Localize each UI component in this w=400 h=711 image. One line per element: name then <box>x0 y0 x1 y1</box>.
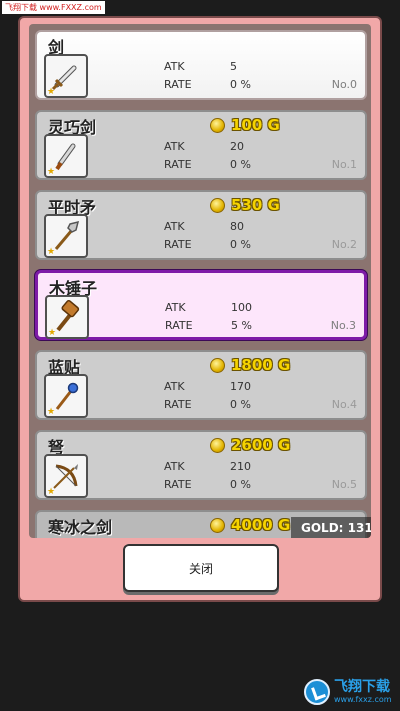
star-icon: ★ <box>47 407 56 417</box>
star-icon: ★ <box>47 87 56 97</box>
rate-label: RATE <box>164 478 192 491</box>
price-value: 530 G <box>231 196 280 214</box>
star-icon: ★ <box>48 328 57 338</box>
rate-label: RATE <box>164 78 192 91</box>
star-icon: ★ <box>47 167 56 177</box>
coin-icon <box>210 437 225 453</box>
weapon-icon-box: ★ <box>44 214 88 258</box>
weapon-icon-box: ★ <box>44 54 88 98</box>
atk-value: 20 <box>230 140 244 153</box>
atk-label: ATK <box>165 301 186 314</box>
rate-value: 0 % <box>230 478 251 491</box>
rate-label: RATE <box>164 398 192 411</box>
weapon-icon-box: ★ <box>44 454 88 498</box>
brand-logo-icon <box>304 679 330 705</box>
item-number: No.5 <box>331 478 357 491</box>
atk-value: 170 <box>230 380 251 393</box>
price-tag: 100 G <box>210 116 280 134</box>
atk-value: 80 <box>230 220 244 233</box>
close-button[interactable]: 关闭 <box>123 544 279 592</box>
weapon-icon-box: ★ <box>44 134 88 178</box>
price-tag: 1800 G <box>210 356 290 374</box>
rate-label: RATE <box>164 238 192 251</box>
rate-label: RATE <box>165 319 193 332</box>
price-value: 4000 G <box>231 516 291 534</box>
weapon-item-5[interactable]: 弩 2600 G ★ ATK 210 RATE 0 % No.5 <box>35 430 367 500</box>
price-tag: 530 G <box>210 196 280 214</box>
item-number: No.1 <box>331 158 357 171</box>
atk-value: 5 <box>230 60 237 73</box>
gold-counter: GOLD: 1319 G <box>291 517 371 538</box>
atk-label: ATK <box>164 220 185 233</box>
star-icon: ★ <box>47 487 56 497</box>
rate-value: 0 % <box>230 78 251 91</box>
price-value: 100 G <box>231 116 280 134</box>
coin-icon <box>210 357 225 373</box>
weapon-shop-panel: 剑 ★ ATK 5 RATE 0 % No.0 灵巧剑 100 G ★ ATK … <box>18 16 382 602</box>
atk-value: 210 <box>230 460 251 473</box>
price-tag: 4000 G <box>210 516 290 534</box>
price-value: 1800 G <box>231 356 291 374</box>
watermark-top: 飞翔下载 www.FXXZ.com <box>2 1 105 14</box>
rate-value: 0 % <box>230 158 251 171</box>
rate-label: RATE <box>164 158 192 171</box>
price-value: 2600 G <box>231 436 291 454</box>
star-icon: ★ <box>47 247 56 257</box>
weapon-item-1[interactable]: 灵巧剑 100 G ★ ATK 20 RATE 0 % No.1 <box>35 110 367 180</box>
weapon-name: 寒冰之剑 <box>48 518 113 537</box>
atk-label: ATK <box>164 60 185 73</box>
rate-value: 5 % <box>231 319 252 332</box>
weapon-icon-box: ★ <box>44 374 88 418</box>
weapon-item-2[interactable]: 平时矛 530 G ★ ATK 80 RATE 0 % No.2 <box>35 190 367 260</box>
watermark-logo: 飞翔下载 www.fxxz.com <box>304 676 392 708</box>
coin-icon <box>210 117 225 133</box>
weapon-item-0[interactable]: 剑 ★ ATK 5 RATE 0 % No.0 <box>35 30 367 100</box>
atk-value: 100 <box>231 301 252 314</box>
atk-label: ATK <box>164 380 185 393</box>
rate-value: 0 % <box>230 238 251 251</box>
rate-value: 0 % <box>230 398 251 411</box>
coin-icon <box>210 517 225 533</box>
atk-label: ATK <box>164 140 185 153</box>
weapon-icon-box: ★ <box>45 295 89 339</box>
weapon-item-4[interactable]: 蓝贴 1800 G ★ ATK 170 RATE 0 % No.4 <box>35 350 367 420</box>
weapon-list[interactable]: 剑 ★ ATK 5 RATE 0 % No.0 灵巧剑 100 G ★ ATK … <box>29 24 371 538</box>
item-number: No.2 <box>331 238 357 251</box>
atk-label: ATK <box>164 460 185 473</box>
weapon-item-3[interactable]: 木锤子 ★ ATK 100 RATE 5 % No.3 <box>35 270 367 340</box>
coin-icon <box>210 197 225 213</box>
price-tag: 2600 G <box>210 436 290 454</box>
watermark-brand-sub: www.fxxz.com <box>334 695 392 704</box>
item-number: No.3 <box>330 319 356 332</box>
item-number: No.4 <box>331 398 357 411</box>
item-number: No.0 <box>331 78 357 91</box>
watermark-brand: 飞翔下载 <box>334 679 390 695</box>
